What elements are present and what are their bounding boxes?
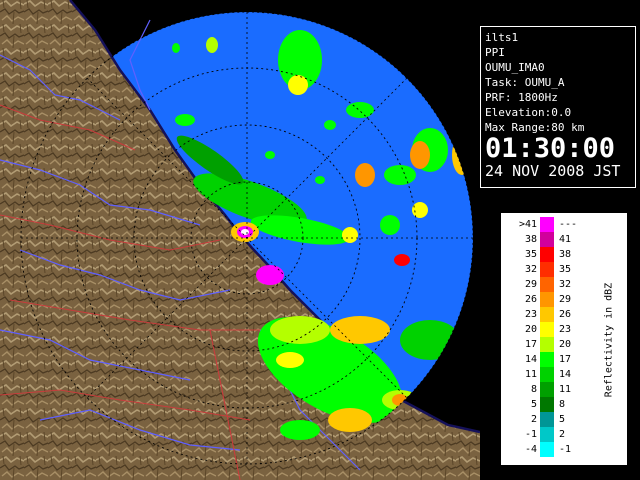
observation-time: 01:30:00 [485,133,616,164]
legend-high-value: 2 [559,429,566,440]
legend-high-value: 41 [559,234,572,245]
legend-color-swatch [540,337,554,352]
legend-row: 11 14 [507,367,599,382]
legend-color-swatch [540,427,554,442]
radar-map [0,0,480,480]
legend-row: 38 41 [507,232,599,247]
legend-row: 20 23 [507,322,599,337]
legend-low-value: 23 [524,309,537,320]
legend-low-value: 26 [524,294,537,305]
legend-color-swatch [540,247,554,262]
legend-high-value: 38 [559,249,572,260]
legend-color-swatch [540,442,554,457]
legend-row: 29 32 [507,277,599,292]
product-type: PPI [485,46,505,59]
legend-row: -4 -1 [507,442,599,457]
legend-low-value: 32 [524,264,537,275]
legend-color-swatch [540,292,554,307]
legend-color-swatch [540,322,554,337]
legend-low-value: 35 [524,249,537,260]
legend-low-value: 5 [530,399,537,410]
info-panel: ilts1 PPI OUMU_IMA0 Task: OUMU_A PRF: 18… [480,26,636,188]
legend-high-value: 29 [559,294,572,305]
legend-color-swatch [540,412,554,427]
legend-high-value: -1 [559,444,572,455]
legend-color-swatch [540,367,554,382]
legend-row: 8 11 [507,382,599,397]
legend-row: 23 26 [507,307,599,322]
legend-color-swatch [540,277,554,292]
legend-low-value: >41 [518,219,537,230]
prf-value: PRF: 1800Hz [485,91,558,104]
legend-rows: >41 --- 38 41 35 38 32 35 29 32 26 29 23 26 20 23 17 20 14… [507,217,599,457]
legend-low-value: -4 [524,444,537,455]
legend-color-swatch [540,352,554,367]
legend-row: 14 17 [507,352,599,367]
legend-color-swatch [540,262,554,277]
legend-high-value: 14 [559,369,572,380]
legend-row: -1 2 [507,427,599,442]
legend-high-value: 11 [559,384,572,395]
legend-color-swatch [540,307,554,322]
legend-color-swatch [540,217,554,232]
legend-high-value: 5 [559,414,566,425]
legend-row: 26 29 [507,292,599,307]
legend-row: 35 38 [507,247,599,262]
legend-row: 25 [507,412,599,427]
legend-low-value: 20 [524,324,537,335]
legend-low-value: 38 [524,234,537,245]
observation-date: 24 NOV 2008 JST [485,162,621,180]
legend-title: Reflectivity in dBZ [603,282,615,398]
elevation-value: Elevation:0.0 [485,106,572,119]
legend-color-swatch [540,232,554,247]
legend-high-value: 26 [559,309,572,320]
legend-low-value: 2 [530,414,537,425]
legend-low-value: 11 [524,369,537,380]
legend-low-value: 14 [524,354,537,365]
site-name: OUMU_IMA0 [485,61,545,74]
legend-row: 17 20 [507,337,599,352]
legend-low-value: 8 [530,384,537,395]
legend-row: 58 [507,397,599,412]
legend-low-value: 29 [524,279,537,290]
reflectivity-legend: >41 --- 38 41 35 38 32 35 29 32 26 29 23 26 20 23 17 20 14… [500,212,628,466]
legend-color-swatch [540,382,554,397]
legend-high-value: 35 [559,264,572,275]
legend-high-value: 23 [559,324,572,335]
task-name: Task: OUMU_A [485,76,565,89]
legend-row: 32 35 [507,262,599,277]
legend-high-value: 8 [559,399,566,410]
host-name: ilts1 [485,31,519,44]
legend-row: >41 --- [507,217,599,232]
legend-high-value: 17 [559,354,572,365]
legend-color-swatch [540,397,554,412]
legend-low-value: 17 [524,339,537,350]
legend-high-value: 20 [559,339,572,350]
legend-high-value: 32 [559,279,572,290]
legend-low-value: -1 [524,429,537,440]
legend-high-value: --- [559,219,578,230]
